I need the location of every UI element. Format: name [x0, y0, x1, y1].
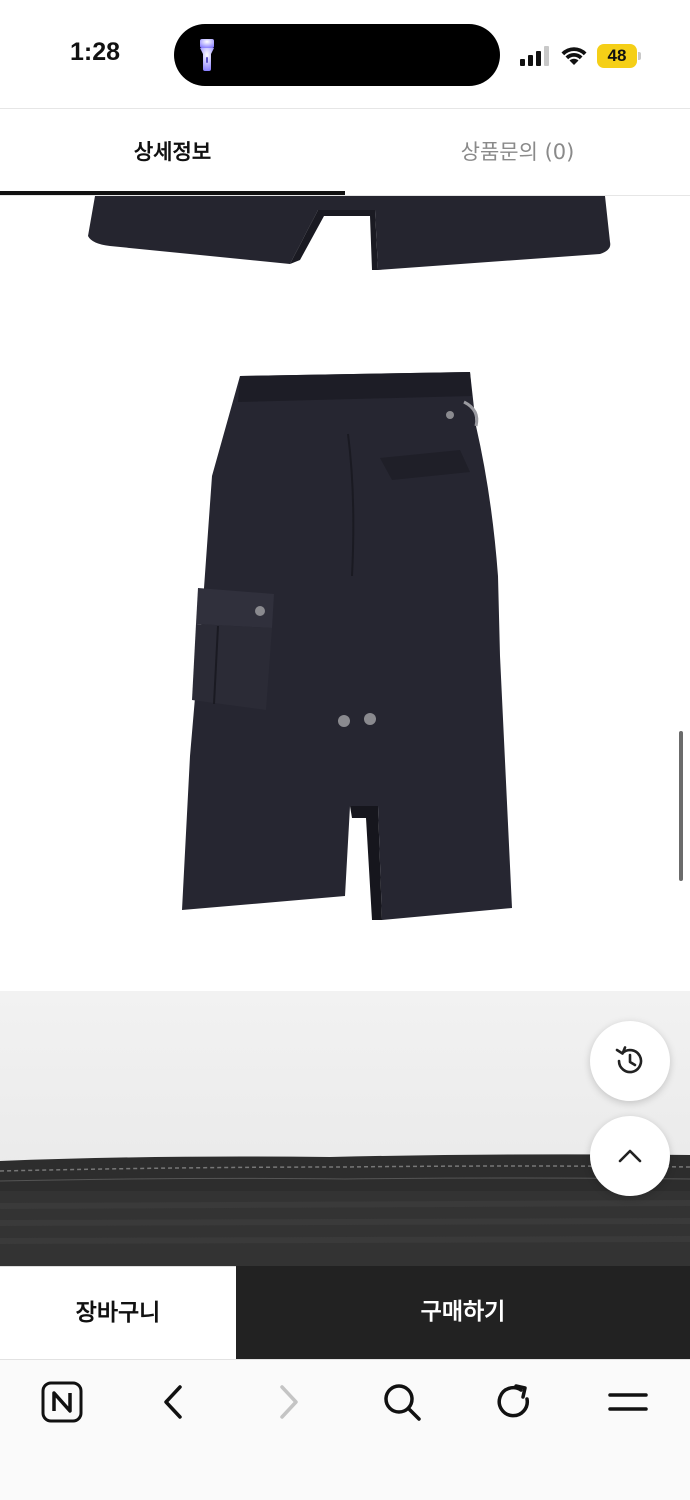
- history-button[interactable]: [590, 1021, 670, 1101]
- reload-icon: [497, 1384, 529, 1418]
- tab-product-inquiry[interactable]: 상품문의 (0): [345, 109, 690, 195]
- wifi-icon: [561, 47, 587, 65]
- battery-icon: 48: [597, 44, 641, 68]
- product-detail-content: [0, 196, 690, 1266]
- flashlight-icon: [200, 39, 214, 71]
- forward-icon: [280, 1385, 298, 1419]
- status-time: 1:28: [70, 38, 121, 66]
- naver-home-icon: [41, 1381, 83, 1423]
- chevron-up-icon: [618, 1149, 642, 1163]
- add-to-cart-button[interactable]: 장바구니: [0, 1266, 236, 1359]
- search-button[interactable]: [378, 1378, 426, 1426]
- menu-button[interactable]: [604, 1378, 652, 1426]
- cellular-signal-icon: [520, 46, 549, 66]
- buy-now-button[interactable]: 구매하기: [236, 1266, 690, 1359]
- status-bar: 1:28 48: [0, 0, 690, 108]
- history-icon: [615, 1046, 643, 1074]
- browser-toolbar: [0, 1359, 690, 1500]
- dynamic-island: [174, 24, 500, 86]
- scroll-top-button[interactable]: [590, 1116, 670, 1196]
- skirt-product-photo: [0, 196, 690, 991]
- naver-home-button[interactable]: [38, 1378, 86, 1426]
- detail-tabs: 상세정보 상품문의 (0): [0, 108, 690, 196]
- forward-button[interactable]: [264, 1378, 312, 1426]
- scroll-indicator: [679, 731, 683, 881]
- back-button[interactable]: [150, 1378, 198, 1426]
- search-icon: [384, 1384, 421, 1421]
- reload-button[interactable]: [490, 1378, 538, 1426]
- purchase-bar: 장바구니 구매하기: [0, 1266, 690, 1359]
- back-icon: [164, 1385, 182, 1419]
- fabric-detail-photo: [0, 991, 690, 1266]
- battery-level: 48: [607, 46, 627, 65]
- menu-icon: [608, 1393, 648, 1411]
- tab-detail-info[interactable]: 상세정보: [0, 109, 345, 195]
